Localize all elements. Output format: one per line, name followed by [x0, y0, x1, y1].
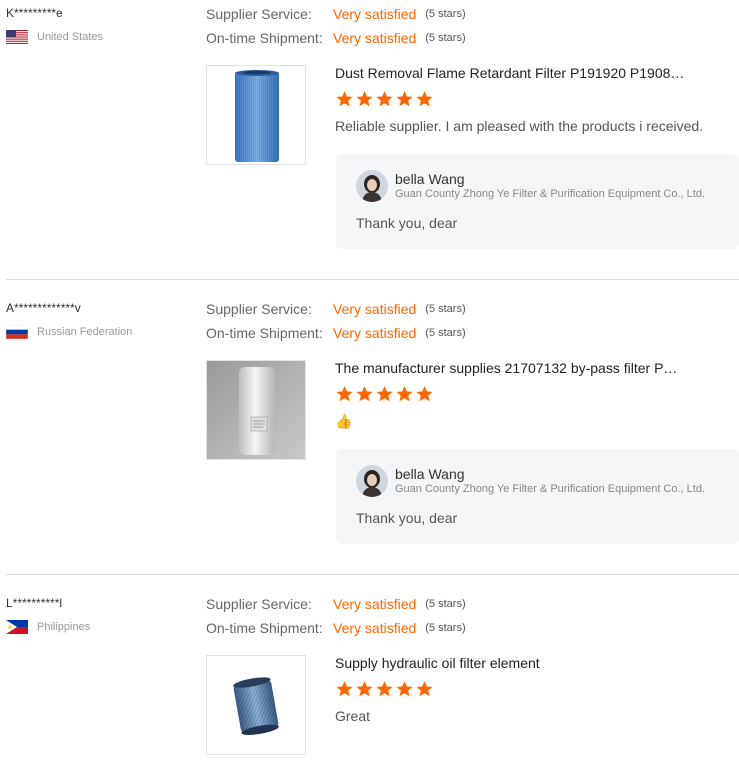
supplier-service-label: Supplier Service: [206, 6, 312, 22]
buyer-name: A*************v [6, 301, 81, 315]
product-title[interactable]: The manufacturer supplies 21707132 by-pa… [335, 360, 685, 376]
star-icon [376, 681, 393, 697]
star-icon [396, 91, 413, 107]
review-comment: Reliable supplier. I am pleased with the… [335, 118, 704, 134]
star-icon [356, 91, 373, 107]
rating-stars [335, 385, 434, 403]
ontime-shipment-rating: On-time Shipment: Very satisfied (5 star… [206, 30, 466, 46]
country-label: United States [37, 31, 104, 43]
rating-stars [335, 680, 434, 698]
reply-author: bella Wang [395, 466, 465, 482]
divider [6, 574, 739, 575]
buyer-name: L**********l [6, 596, 63, 610]
avatar [356, 465, 388, 497]
reply-company: Guan County Zhong Ye Filter & Purificati… [395, 483, 706, 495]
star-icon [356, 681, 373, 697]
reply-company: Guan County Zhong Ye Filter & Purificati… [395, 188, 706, 200]
supplier-service-value: Very satisfied [333, 301, 417, 317]
star-icon [396, 386, 413, 402]
buyer-name: K*********e [6, 6, 63, 20]
ontime-shipment-value: Very satisfied [333, 30, 417, 46]
review-comment: 👍 [335, 413, 353, 429]
supplier-service-value: Very satisfied [333, 6, 417, 22]
ontime-shipment-label: On-time Shipment: [206, 30, 323, 46]
star-icon [336, 386, 353, 402]
buyer-country: Philippines [6, 619, 90, 635]
supplier-reply: bella Wang Guan County Zhong Ye Filter &… [336, 449, 739, 544]
buyer-country: United States [6, 29, 103, 45]
philippines-flag-icon [6, 620, 28, 634]
supplier-service-stars: (5 stars) [425, 303, 466, 315]
country-label: Russian Federation [37, 326, 133, 338]
ontime-shipment-value: Very satisfied [333, 325, 417, 341]
review-comment: Great [335, 708, 371, 724]
star-icon [416, 386, 433, 402]
buyer-country: Russian Federation [6, 324, 132, 340]
divider [6, 279, 739, 280]
supplier-service-label: Supplier Service: [206, 596, 312, 612]
ontime-shipment-rating: On-time Shipment: Very satisfied (5 star… [206, 620, 466, 636]
ontime-shipment-stars: (5 stars) [425, 32, 466, 44]
star-icon [376, 386, 393, 402]
star-icon [416, 681, 433, 697]
avatar [356, 170, 388, 202]
supplier-service-label: Supplier Service: [206, 301, 312, 317]
supplier-service-rating: Supplier Service: Very satisfied (5 star… [206, 596, 466, 612]
supplier-service-stars: (5 stars) [425, 8, 466, 20]
supplier-service-rating: Supplier Service: Very satisfied (5 star… [206, 301, 466, 317]
star-icon [396, 681, 413, 697]
ontime-shipment-rating: On-time Shipment: Very satisfied (5 star… [206, 325, 466, 341]
product-title[interactable]: Supply hydraulic oil filter element [335, 655, 685, 671]
star-icon [336, 91, 353, 107]
us-flag-icon [6, 30, 28, 44]
russia-flag-icon [6, 325, 28, 339]
ontime-shipment-value: Very satisfied [333, 620, 417, 636]
rating-stars [335, 90, 434, 108]
supplier-service-value: Very satisfied [333, 596, 417, 612]
ontime-shipment-label: On-time Shipment: [206, 620, 323, 636]
reply-author: bella Wang [395, 171, 465, 187]
ontime-shipment-label: On-time Shipment: [206, 325, 323, 341]
reply-text: Thank you, dear [356, 510, 458, 526]
star-icon [416, 91, 433, 107]
ontime-shipment-stars: (5 stars) [425, 622, 466, 634]
product-image[interactable] [206, 655, 306, 755]
supplier-service-stars: (5 stars) [425, 598, 466, 610]
star-icon [356, 386, 373, 402]
country-label: Philippines [37, 621, 91, 633]
supplier-reply: bella Wang Guan County Zhong Ye Filter &… [336, 154, 739, 249]
supplier-service-rating: Supplier Service: Very satisfied (5 star… [206, 6, 466, 22]
star-icon [336, 681, 353, 697]
product-title[interactable]: Dust Removal Flame Retardant Filter P191… [335, 65, 685, 81]
product-image[interactable] [206, 360, 306, 460]
ontime-shipment-stars: (5 stars) [425, 327, 466, 339]
product-image[interactable] [206, 65, 306, 165]
reply-text: Thank you, dear [356, 215, 458, 231]
star-icon [376, 91, 393, 107]
